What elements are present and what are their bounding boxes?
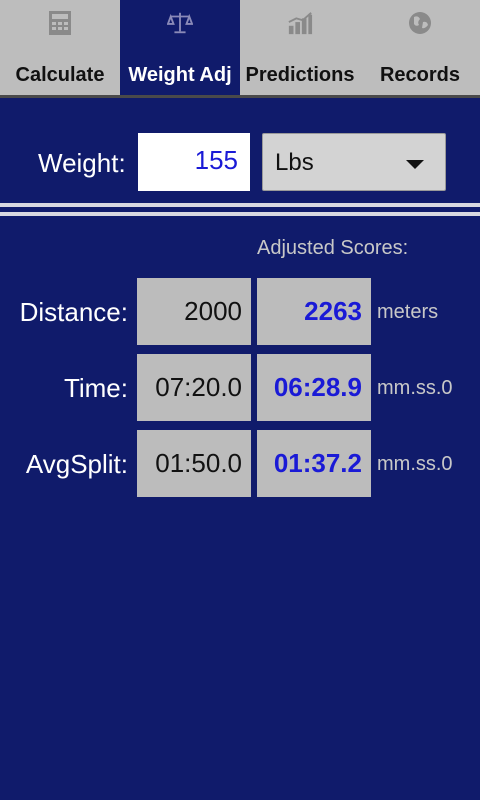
chart-icon <box>287 8 313 38</box>
tab-label: Calculate <box>15 64 105 86</box>
chevron-down-icon <box>406 160 424 169</box>
distance-unit: meters <box>377 301 439 323</box>
divider <box>0 203 480 207</box>
unit-select[interactable]: Lbs <box>262 133 446 191</box>
scale-icon <box>167 8 193 38</box>
tab-label: Weight Adj <box>128 64 232 86</box>
avgsplit-label: AvgSplit: <box>25 449 128 479</box>
distance-label: Distance: <box>19 297 128 327</box>
time-unit: mm.ss.0 <box>377 377 453 399</box>
tab-weight-adj[interactable]: Weight Adj <box>120 0 240 95</box>
tab-records[interactable]: Records <box>360 0 480 95</box>
avgsplit-adjusted: 01:37.2 <box>257 430 371 497</box>
time-input[interactable]: 07:20.0 <box>137 354 251 421</box>
calculator-icon <box>47 8 73 38</box>
distance-input[interactable]: 2000 <box>137 278 251 345</box>
tab-label: Records <box>379 64 461 86</box>
weight-label: Weight: <box>38 148 126 178</box>
avgsplit-unit: mm.ss.0 <box>377 453 453 475</box>
adjusted-scores-header: Adjusted Scores: <box>257 237 409 259</box>
weight-input[interactable] <box>138 133 250 191</box>
tab-label: Predictions <box>245 64 355 86</box>
time-label: Time: <box>63 373 128 403</box>
globe-icon <box>407 8 433 38</box>
unit-select-value: Lbs <box>275 149 314 176</box>
tab-bar: Calculate Weight Adj Predictions Records <box>0 0 480 98</box>
tab-calculate[interactable]: Calculate <box>0 0 120 95</box>
time-adjusted: 06:28.9 <box>257 354 371 421</box>
distance-adjusted: 2263 <box>257 278 371 345</box>
divider <box>0 212 480 216</box>
tab-predictions[interactable]: Predictions <box>240 0 360 95</box>
avgsplit-input[interactable]: 01:50.0 <box>137 430 251 497</box>
